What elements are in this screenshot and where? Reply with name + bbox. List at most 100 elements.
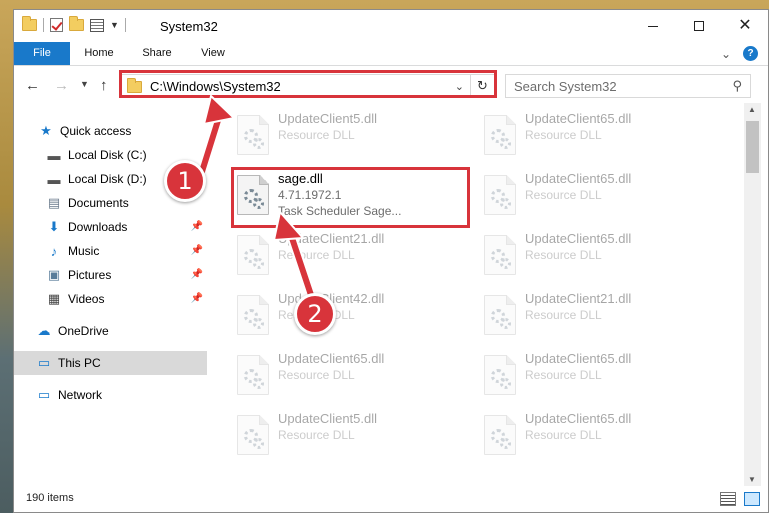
file-type: Resource DLL [278,368,355,382]
maximize-icon [694,21,704,31]
scroll-up-arrow-icon[interactable]: ▲ [748,105,756,114]
sidebar-item-pictures[interactable]: ▣ Pictures 📌 [14,263,207,287]
list-item[interactable]: UpdateClient65.dll Resource DLL [480,229,720,289]
pin-icon: 📌 [190,269,203,280]
search-input[interactable] [506,75,721,97]
callout-badge-step-1: 1 [164,160,206,202]
pin-icon: 📌 [190,245,203,256]
dll-file-icon [484,415,516,455]
list-item[interactable]: UpdateClient42.dll Resource DLL [233,289,473,349]
new-folder-icon[interactable] [69,16,84,31]
list-item[interactable]: UpdateClient5.dll Resource DLL [233,109,473,169]
file-name: UpdateClient65.dll [525,171,632,186]
item-count: 190 items [26,492,74,504]
dll-file-icon [484,355,516,395]
refresh-button[interactable]: ↻ [470,75,494,97]
file-name: UpdateClient65.dll [525,231,632,246]
file-name: UpdateClient65.dll [525,411,632,426]
dll-file-icon [237,355,269,395]
file-name: UpdateClient65.dll [278,351,385,366]
search-icon[interactable]: ⚲ [732,78,742,94]
recent-locations-chevron-icon[interactable]: ▼ [80,79,89,89]
file-name: UpdateClient5.dll [278,111,378,126]
download-icon: ⬇ [48,219,60,234]
file-name: UpdateClient21.dll [525,291,632,306]
sidebar-item-downloads[interactable]: ⬇ Downloads 📌 [14,215,207,239]
scroll-thumb[interactable] [746,121,759,173]
file-type: Resource DLL [525,128,602,142]
list-item[interactable]: UpdateClient21.dll Resource DLL [233,229,473,289]
list-item[interactable]: UpdateClient65.dll Resource DLL [480,349,720,409]
list-item[interactable]: UpdateClient65.dll Resource DLL [480,409,720,469]
address-bar[interactable]: C:\Windows\System32 ⌄ ↻ [119,74,495,98]
sidebar-item-network[interactable]: ▭ Network [14,383,207,407]
file-type: Resource DLL [278,128,355,142]
tab-file[interactable]: File [14,42,70,65]
file-name: UpdateClient65.dll [525,351,632,366]
properties-icon[interactable] [90,18,104,32]
sidebar-item-music[interactable]: ♪ Music 📌 [14,239,207,263]
file-type: Resource DLL [525,368,602,382]
dll-file-icon [484,175,516,215]
details-view-icon[interactable] [720,492,736,506]
status-bar: 190 items [14,486,768,512]
file-type: Resource DLL [278,428,355,442]
file-type: Resource DLL [525,308,602,322]
drive-icon: ▬ [47,147,61,163]
title-bar: ▼ System32 ✕ [14,10,768,42]
file-name: sage.dll [278,171,323,186]
expand-ribbon-chevron-icon[interactable]: ⌄ [721,47,731,61]
file-type: Resource DLL [525,188,602,202]
tab-home[interactable]: Home [74,42,124,65]
pin-icon: 📌 [190,221,203,232]
dll-file-icon [484,295,516,335]
file-type: Resource DLL [278,248,355,262]
vertical-scrollbar[interactable]: ▲ ▼ [744,103,761,486]
file-explorer-window: ▼ System32 ✕ File Home Share View ⌄ ? ← … [13,9,769,513]
properties-check-icon[interactable] [50,18,63,32]
toolbar-separator [124,18,126,32]
file-name: UpdateClient21.dll [278,231,385,246]
sidebar-item-label: Local Disk (D:) [68,172,147,186]
close-button[interactable]: ✕ [722,10,768,42]
sidebar-item-label: Videos [68,292,105,306]
forward-arrow-icon[interactable]: → [54,77,69,94]
sidebar-item-label: OneDrive [58,324,109,338]
maximize-button[interactable] [676,10,722,42]
sidebar-item-quick-access[interactable]: ★ Quick access [14,119,207,143]
back-arrow-icon[interactable]: ← [25,77,40,94]
close-icon: ✕ [738,17,752,34]
file-name: UpdateClient5.dll [278,411,378,426]
address-path[interactable]: C:\Windows\System32 [150,79,281,94]
list-item[interactable]: UpdateClient65.dll Resource DLL [233,349,473,409]
minimize-button[interactable] [630,10,676,42]
tab-share[interactable]: Share [132,42,182,65]
cloud-icon: ☁ [37,323,51,338]
customize-toolbar-dropdown-icon[interactable]: ▼ [110,20,119,30]
list-item[interactable]: UpdateClient5.dll Resource DLL [233,409,473,469]
list-item[interactable]: UpdateClient65.dll Resource DLL [480,109,720,169]
dll-file-icon [484,235,516,275]
tab-view[interactable]: View [190,42,236,65]
scroll-down-arrow-icon[interactable]: ▼ [748,475,756,484]
up-arrow-icon[interactable]: ↑ [100,77,108,94]
search-box[interactable]: ⚲ [505,74,751,98]
sidebar-item-videos[interactable]: ▦ Videos 📌 [14,287,207,311]
music-icon: ♪ [50,243,58,259]
list-item[interactable]: UpdateClient65.dll Resource DLL [480,169,720,229]
drive-icon: ▬ [47,171,61,187]
large-icons-view-icon[interactable] [744,492,760,506]
help-icon[interactable]: ? [743,46,758,61]
sidebar-item-this-pc[interactable]: ▭ This PC [14,351,207,375]
file-type: Resource DLL [525,428,602,442]
sidebar-item-label: Documents [68,196,129,210]
window-controls: ✕ [630,10,768,42]
view-toggle [720,492,760,506]
selected-file-item[interactable]: sage.dll 4.71.1972.1 Task Scheduler Sage… [233,169,473,229]
file-type: Resource DLL [525,248,602,262]
dll-file-icon [237,235,269,275]
list-item[interactable]: UpdateClient21.dll Resource DLL [480,289,720,349]
callout-badge-step-2: 2 [294,293,336,335]
sidebar-item-onedrive[interactable]: ☁ OneDrive [14,319,207,343]
address-dropdown-chevron-icon[interactable]: ⌄ [455,80,464,93]
